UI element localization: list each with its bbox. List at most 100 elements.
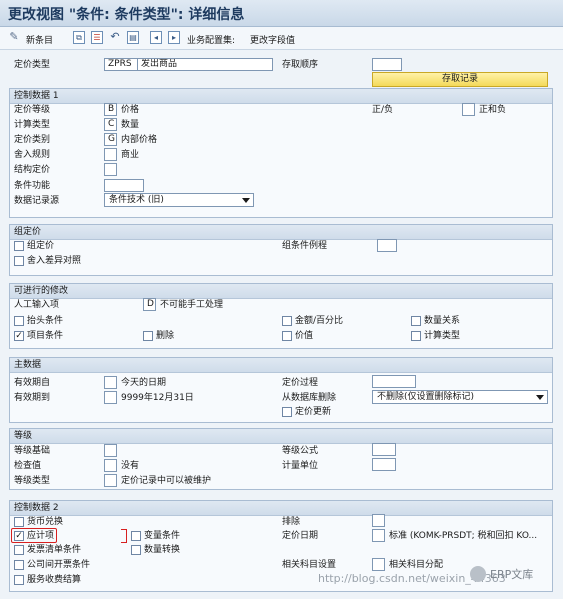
chevron-down-icon[interactable] [242,198,250,203]
rounding-field[interactable] [104,148,117,161]
cond-func-field[interactable] [104,179,144,192]
round-diff-checkbox[interactable] [14,256,24,266]
data-src-select[interactable]: 条件技术 (旧) [104,193,254,207]
changes-group: 可进行的修改 [9,283,553,349]
pos-neg-text: 正和负 [479,105,507,115]
scale-type-field[interactable] [104,474,117,487]
pricing-type-desc-field[interactable]: 发出商品 [137,58,273,71]
change-field-value-button[interactable]: 更改字段值 [250,33,295,46]
unit-field[interactable] [372,458,396,471]
title-bar: 更改视图 "条件: 条件类型": 详细信息 [0,0,563,27]
qty-relation-checkbox[interactable] [411,316,421,326]
item-cond-label: 项目条件 [27,331,64,341]
intercompany-checkbox[interactable] [14,560,24,570]
rounding-text: 商业 [121,150,140,160]
undo-icon[interactable]: ↶ [109,31,121,44]
changes-header: 可进行的修改 [10,284,552,299]
delete-icon[interactable]: ☰ [91,31,103,44]
watermark-brand: ERP文库 [490,568,534,581]
access-records-button[interactable]: 存取记录 [372,72,548,87]
db-delete-value: 不删除(仅设置删除标记) [377,392,475,402]
scale-formula-label: 等级公式 [282,446,319,456]
data-src-label: 数据记录源 [14,196,60,206]
manual-entry-field[interactable]: D [143,298,156,311]
check-value-field[interactable] [104,459,117,472]
amount-pct-label: 金额/百分比 [295,316,344,326]
pricing-type-code-field[interactable]: ZPRS [104,58,140,71]
valid-from-text: 今天的日期 [121,378,167,388]
group-cond-checkbox[interactable] [14,241,24,251]
accrual-label: 应计项 [27,531,55,541]
manual-entry-label: 人工输入项 [14,300,60,310]
rounding-label: 舍入规则 [14,150,51,160]
delete-label: 删除 [156,331,175,341]
qty-conversion-label: 数量转换 [144,545,181,555]
pricing-proc-label: 定价过程 [282,378,319,388]
cond-func-label: 条件功能 [14,181,51,191]
invoice-list-checkbox[interactable] [14,545,24,555]
display-change-icon[interactable]: ✎ [8,31,20,44]
access-seq-label: 存取顺序 [282,60,319,70]
access-seq-field[interactable] [372,58,402,71]
biz-config-set-button[interactable]: 业务配置集: [187,33,235,46]
check-value-text: 没有 [121,461,140,471]
scale-type-text: 定价记录中可以被维护 [121,476,212,486]
valid-from-field[interactable] [104,376,117,389]
delete-checkbox[interactable] [143,331,153,341]
cond-cat-label: 定价类别 [14,135,51,145]
exclusion-label: 排除 [282,517,301,527]
pricing-date-field[interactable] [372,529,385,542]
calc-type-change-checkbox[interactable] [411,331,421,341]
item-cond-checkbox[interactable]: ✓ [14,331,24,341]
cond-class-field[interactable]: B [104,103,117,116]
pos-neg-label: 正/负 [372,105,394,115]
accrual-checkbox[interactable]: ✓ [14,531,24,541]
new-entries-button[interactable]: 新条目 [26,33,53,46]
data-src-value: 条件技术 (旧) [109,195,164,205]
valid-to-field[interactable] [104,391,117,404]
currency-conv-checkbox[interactable] [14,517,24,527]
variant-cond-checkbox[interactable] [131,531,141,541]
copy-icon[interactable]: ⧉ [73,31,85,44]
calc-type-field[interactable]: C [104,118,117,131]
pricing-proc-field[interactable] [372,375,416,388]
pricing-update-checkbox[interactable] [282,407,292,417]
value-checkbox[interactable] [282,331,292,341]
scale-formula-field[interactable] [372,443,396,456]
wechat-icon [470,566,486,582]
pricing-type-label: 定价类型 [14,60,51,70]
pos-neg-field[interactable] [462,103,475,116]
master-data-header: 主数据 [10,358,552,373]
manual-entry-text: 不可能手工处理 [160,300,224,310]
select-all-icon[interactable]: ▤ [127,31,139,44]
pricing-update-label: 定价更新 [295,407,332,417]
toolbar: ✎ 新条目 ⧉ ☰ ↶ ▤ ◂ ▸ 业务配置集: 更改字段值 [0,27,563,50]
cond-cat-field[interactable]: G [104,133,117,146]
exclusion-field[interactable] [372,514,385,527]
service-charge-checkbox[interactable] [14,575,24,585]
scales-header: 等级 [10,429,552,444]
previous-entry-icon[interactable]: ◂ [150,31,162,44]
db-delete-select[interactable]: 不删除(仅设置删除标记) [372,390,548,404]
header-cond-checkbox[interactable] [14,316,24,326]
group-routine-field[interactable] [377,239,397,252]
currency-conv-label: 货币兑换 [27,517,64,527]
intercompany-label: 公司间开票条件 [27,560,91,570]
acct-assign-text: 相关科目分配 [389,560,444,570]
calc-type-change-label: 计算类型 [424,331,461,341]
variant-cond-label: 变量条件 [144,531,181,541]
qty-conversion-checkbox[interactable] [131,545,141,555]
highlight-bracket [121,529,127,543]
valid-to-text: 9999年12月31日 [121,393,194,403]
struct-cond-field[interactable] [104,163,117,176]
scale-base-field[interactable] [104,444,117,457]
amount-pct-checkbox[interactable] [282,316,292,326]
scale-type-label: 等级类型 [14,476,51,486]
chevron-down-icon[interactable] [536,395,544,400]
group-routine-label: 组条件例程 [282,241,328,251]
pricing-date-label: 定价日期 [282,531,319,541]
qty-relation-label: 数量关系 [424,316,461,326]
acct-assign-field[interactable] [372,558,385,571]
next-entry-icon[interactable]: ▸ [168,31,180,44]
service-charge-label: 服务收费结算 [27,575,82,585]
